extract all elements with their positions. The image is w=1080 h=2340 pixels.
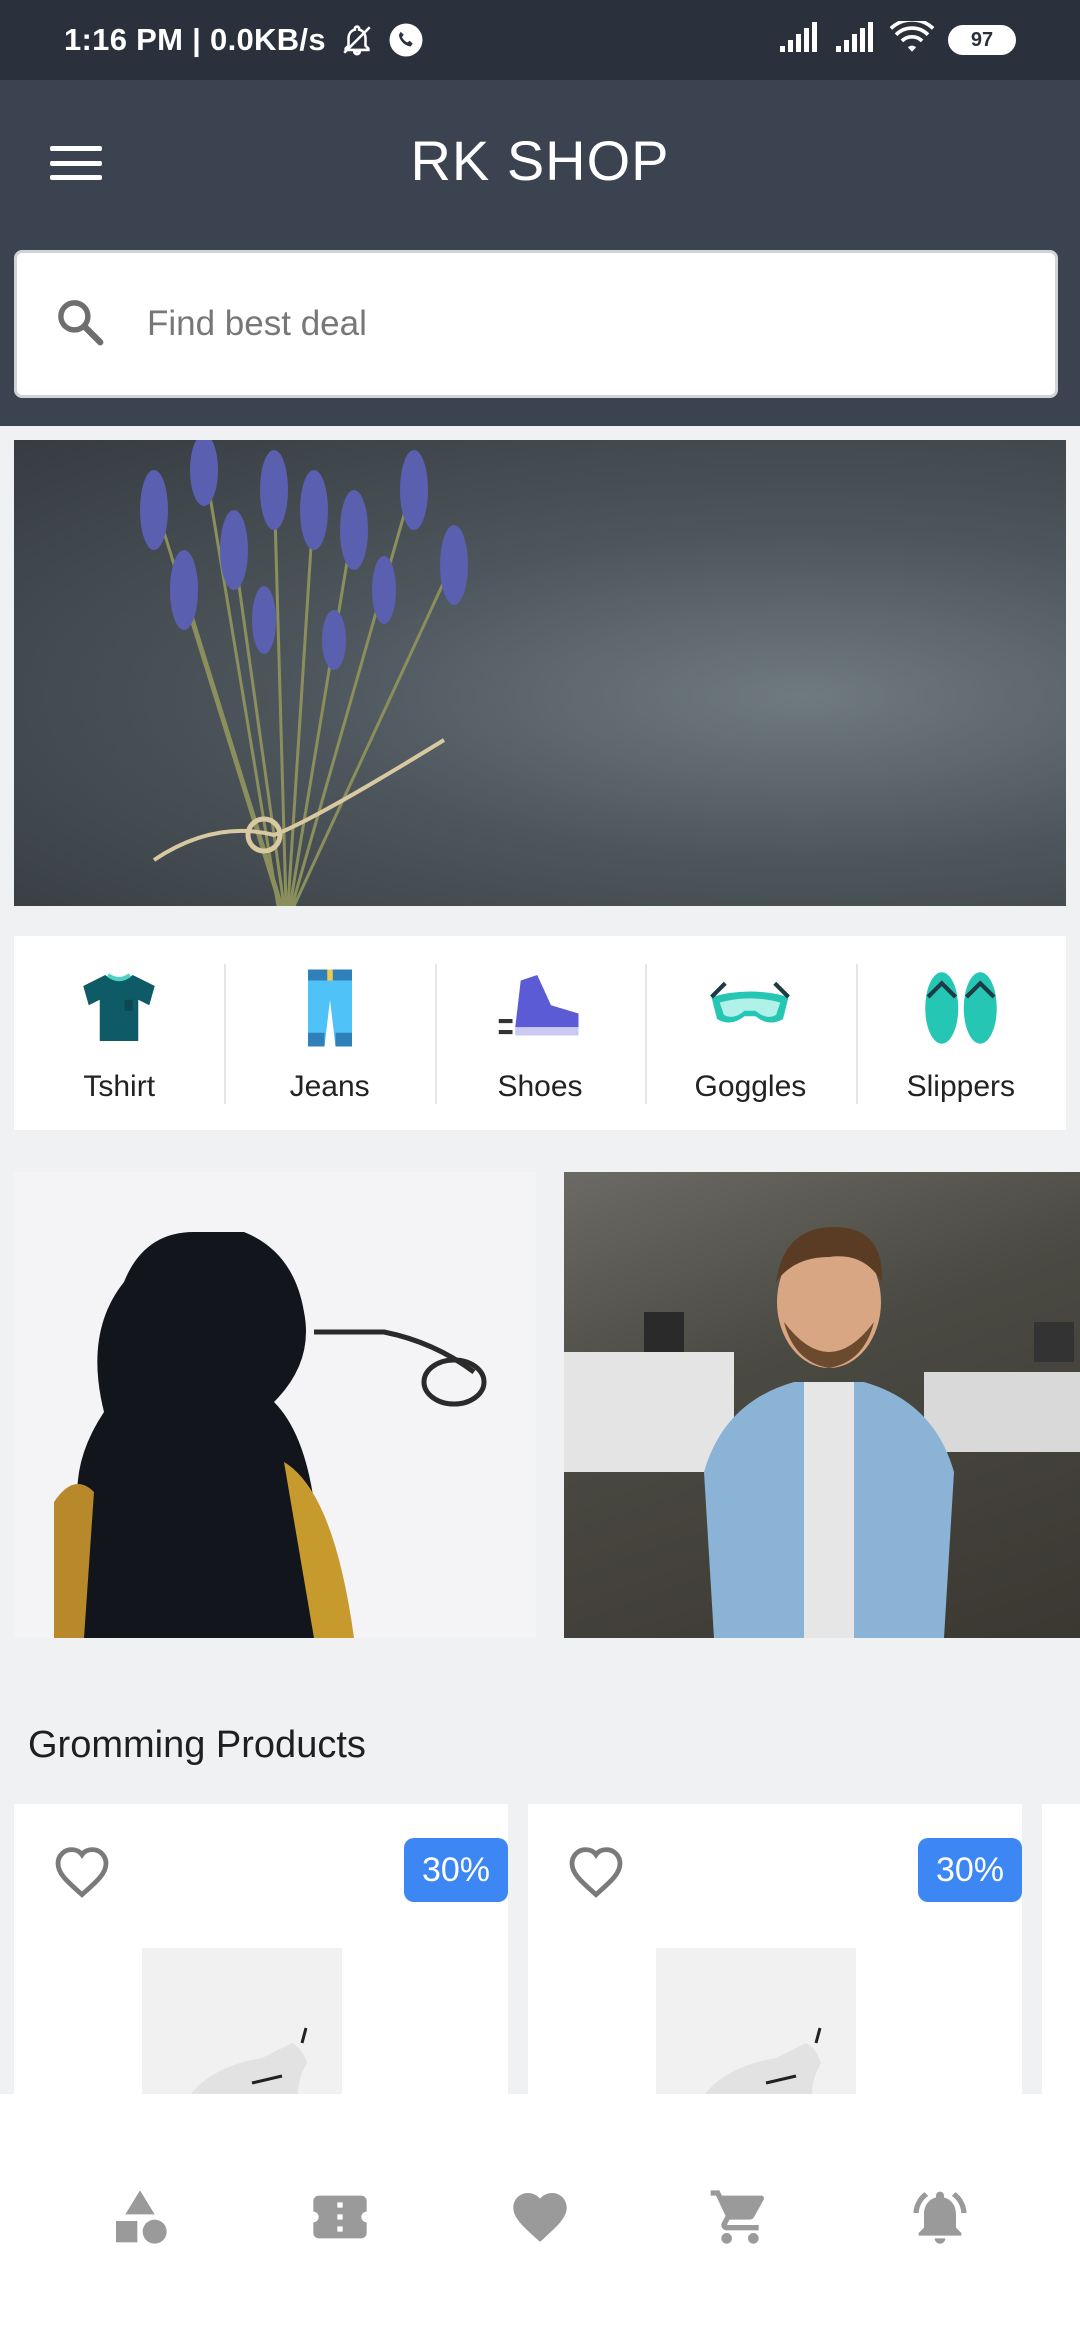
status-right: 97 bbox=[778, 17, 1016, 60]
heart-outline-icon[interactable] bbox=[564, 1840, 628, 1904]
shoe-icon bbox=[498, 975, 579, 1036]
category-goggles[interactable]: Goggles bbox=[645, 936, 855, 1130]
lavender-banner-image bbox=[140, 440, 468, 906]
signal-icon bbox=[778, 21, 820, 59]
bottom-navigation bbox=[0, 2094, 1080, 2340]
status-time-speed: 1:16 PM | 0.0KB/s bbox=[64, 22, 326, 57]
hero-banner[interactable] bbox=[14, 440, 1066, 906]
status-bar: 1:16 PM | 0.0KB/s 97 bbox=[0, 0, 1080, 80]
product-card[interactable]: 30% bbox=[528, 1804, 1022, 2104]
categories-icon bbox=[116, 2190, 167, 2244]
goggles-icon bbox=[710, 981, 791, 1023]
slippers-icon bbox=[925, 972, 997, 1044]
nav-cart[interactable] bbox=[695, 2172, 785, 2262]
mute-bell-icon bbox=[340, 23, 374, 57]
nav-categories[interactable] bbox=[95, 2172, 185, 2262]
category-shoes[interactable]: Shoes bbox=[434, 936, 645, 1130]
phone-call-icon bbox=[388, 22, 424, 58]
heart-outline-icon[interactable] bbox=[50, 1840, 114, 1904]
signal-icon bbox=[834, 21, 876, 59]
search-input[interactable] bbox=[147, 304, 947, 344]
discount-badge: 30% bbox=[404, 1838, 508, 1902]
product-image bbox=[142, 1948, 342, 2104]
category-jeans[interactable]: Jeans bbox=[224, 936, 434, 1130]
man-office-image bbox=[564, 1227, 1080, 1638]
promo-banner-woman[interactable] bbox=[14, 1172, 536, 1638]
app-header: RK SHOP bbox=[0, 80, 1080, 426]
nav-wishlist[interactable] bbox=[495, 2172, 585, 2262]
category-label: Jeans bbox=[289, 1070, 370, 1103]
product-card-partial[interactable] bbox=[1042, 1804, 1080, 2104]
nav-notifications[interactable] bbox=[895, 2172, 985, 2262]
category-label: Slippers bbox=[906, 1070, 1016, 1103]
category-label: Goggles bbox=[694, 1070, 807, 1103]
heart-icon bbox=[513, 2193, 567, 2242]
category-label: Tshirt bbox=[83, 1070, 156, 1103]
category-slippers[interactable]: Slippers bbox=[855, 936, 1066, 1130]
jeans-icon bbox=[307, 969, 352, 1047]
category-label: Shoes bbox=[497, 1070, 583, 1103]
product-image bbox=[656, 1948, 856, 2104]
category-bar: Tshirt Jeans Shoes Goggles Slippers bbox=[14, 936, 1066, 1130]
category-tshirt[interactable]: Tshirt bbox=[14, 936, 224, 1130]
nav-coupons[interactable] bbox=[295, 2172, 385, 2262]
discount-badge: 30% bbox=[918, 1838, 1022, 1902]
tshirt-icon bbox=[83, 973, 155, 1041]
search-bar[interactable] bbox=[14, 250, 1058, 398]
promo-banner-man[interactable] bbox=[564, 1172, 1080, 1638]
ticket-icon bbox=[313, 2195, 367, 2239]
search-icon[interactable] bbox=[53, 295, 107, 354]
section-title: Gromming Products bbox=[28, 1724, 366, 1766]
wifi-icon bbox=[889, 17, 935, 60]
product-card[interactable]: 30% bbox=[14, 1804, 508, 2104]
app-title: RK SHOP bbox=[410, 129, 670, 192]
cart-icon bbox=[710, 2190, 765, 2244]
battery-level: 97 bbox=[970, 28, 994, 51]
battery-icon: 97 bbox=[948, 25, 1016, 55]
status-left: 1:16 PM | 0.0KB/s bbox=[64, 22, 424, 58]
woman-silhouette-image bbox=[54, 1232, 487, 1638]
notification-bell-icon bbox=[913, 2191, 967, 2244]
